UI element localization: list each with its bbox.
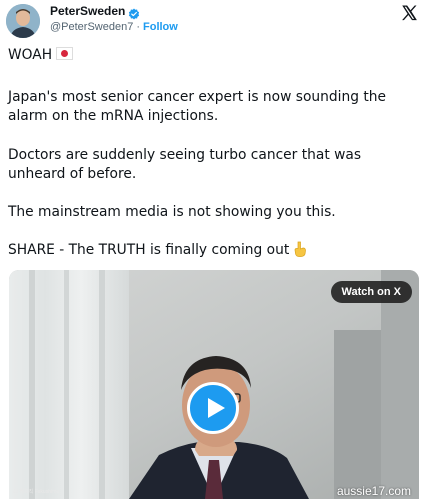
tweet-header: PeterSweden @PeterSweden7 · Follow <box>0 0 426 40</box>
follow-button[interactable]: Follow <box>143 21 178 33</box>
verified-badge-icon <box>128 5 140 20</box>
video-player[interactable]: Watch on X aussie17.com JJ 정치직 Fukushima <box>9 270 419 499</box>
tweet-line-woah: WOAH <box>8 46 74 65</box>
tweet-paragraph-3: The mainstream media is not showing you … <box>8 204 336 220</box>
author-display-name[interactable]: PeterSweden <box>50 4 125 18</box>
watch-on-x-button[interactable]: Watch on X <box>330 281 412 303</box>
tweet-woah-text: WOAH <box>8 47 53 63</box>
tweet-share-text: SHARE - The TRUTH is finally coming out <box>8 242 290 258</box>
x-logo-icon[interactable] <box>400 4 418 22</box>
author-handle-row: @PeterSweden7 · Follow <box>50 21 178 33</box>
pointing-down-icon <box>293 241 307 257</box>
video-watermark: aussie17.com <box>336 484 411 498</box>
author-name-row: PeterSweden <box>50 4 140 20</box>
author-handle[interactable]: @PeterSweden7 <box>50 21 133 33</box>
tweet-paragraph-2: Doctors are suddenly seeing turbo cancer… <box>8 147 362 182</box>
video-caption-tag: JJ 정치직 Fukushima <box>13 489 60 495</box>
japan-flag-icon <box>56 47 74 60</box>
play-icon <box>208 398 225 418</box>
tweet-paragraph-4: SHARE - The TRUTH is finally coming out <box>8 241 418 260</box>
tweet-paragraph-1: Japan's most senior cancer expert is now… <box>8 89 387 124</box>
play-button[interactable] <box>187 382 239 434</box>
separator-dot: · <box>136 21 140 33</box>
author-avatar[interactable] <box>6 4 40 38</box>
